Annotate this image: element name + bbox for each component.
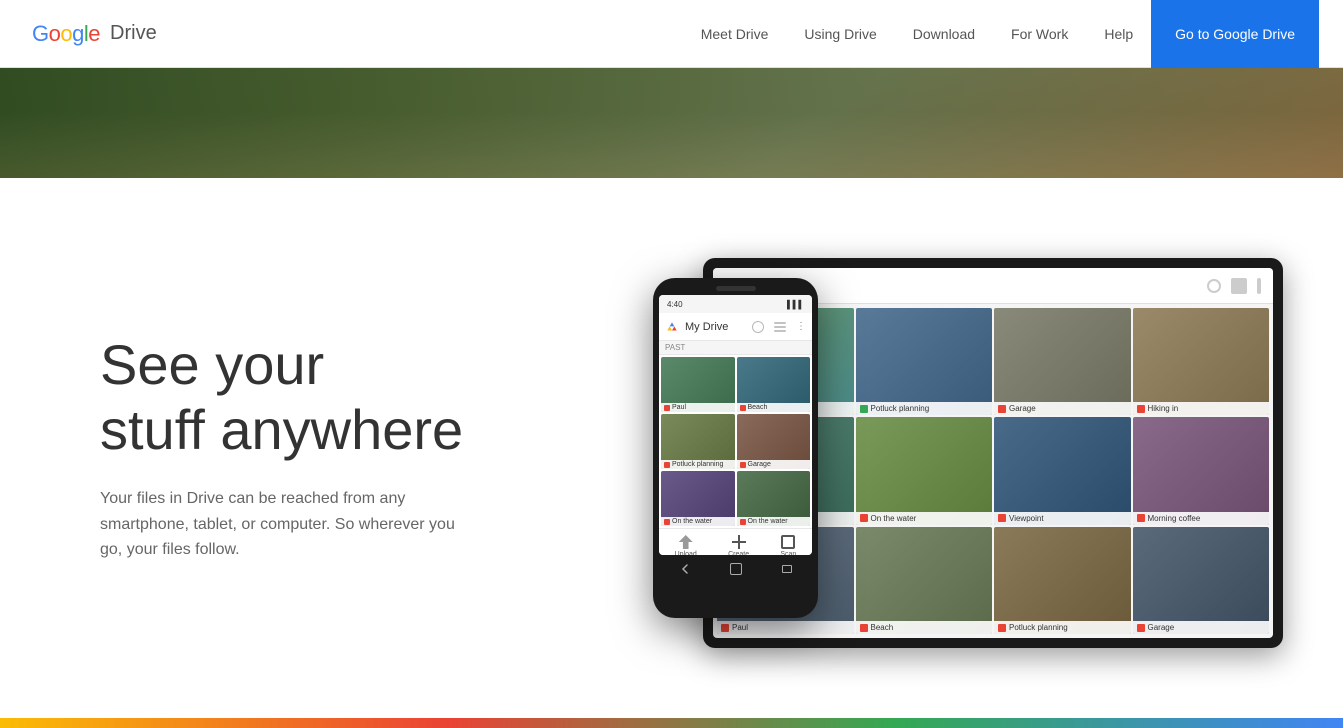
cell-doc-icon [860, 514, 868, 522]
table-row: Hiking in [1133, 308, 1270, 415]
hero-background-strip [0, 68, 1343, 178]
phone-toolbar: My Drive ⋮ [659, 313, 812, 341]
phone-back-button[interactable] [677, 561, 693, 577]
table-row: On the water [856, 417, 993, 524]
cell-doc-icon [860, 405, 868, 413]
nav-help[interactable]: Help [1086, 0, 1151, 68]
phone-search-icon[interactable] [752, 321, 764, 333]
main-content: See your stuff anywhere Your files in Dr… [0, 178, 1343, 718]
table-row: Garage [1133, 527, 1270, 634]
table-row: Beach [856, 527, 993, 634]
back-icon [679, 563, 691, 575]
google-logo: Google [32, 21, 100, 47]
phone-create-action[interactable]: Create [728, 535, 749, 555]
phone-title: My Drive [685, 321, 728, 333]
cell-doc-icon [664, 462, 670, 468]
phone-upload-label: Upload [675, 551, 697, 555]
table-row: Morning coffee [1133, 417, 1270, 524]
nav-download[interactable]: Download [895, 0, 993, 68]
list-item: Paul [661, 357, 735, 412]
table-row: Potluck planning [994, 527, 1131, 634]
hero-text-section: See your stuff anywhere Your files in Dr… [100, 333, 463, 563]
cell-doc-icon [664, 519, 670, 525]
cell-doc-icon [998, 624, 1006, 632]
list-item: Beach [737, 357, 811, 412]
hero-headline: See your stuff anywhere [100, 333, 463, 462]
device-mockup-section: My Drive Beach Potluck planning Garage [623, 238, 1283, 658]
cell-doc-icon [998, 514, 1006, 522]
phone-status-bar: 4:40 ▌▌▌ [659, 295, 812, 313]
cell-doc-icon [721, 624, 729, 632]
upload-icon [679, 535, 693, 549]
nav-meet-drive[interactable]: Meet Drive [683, 0, 787, 68]
nav-using-drive[interactable]: Using Drive [786, 0, 894, 68]
phone-scan-label: Scan [780, 551, 796, 555]
cell-doc-icon [740, 519, 746, 525]
cell-doc-icon [740, 462, 746, 468]
tablet-search-icon[interactable] [1207, 279, 1221, 293]
cell-doc-icon [860, 624, 868, 632]
home-icon [730, 563, 742, 575]
list-item: On the water [737, 471, 811, 526]
go-to-drive-button[interactable]: Go to Google Drive [1151, 0, 1319, 68]
cell-doc-icon [1137, 624, 1145, 632]
phone-nav-buttons [659, 555, 812, 583]
phone-create-label: Create [728, 551, 749, 555]
phone-bottom-bar: Upload Create Scan [659, 528, 812, 555]
list-item: Garage [737, 414, 811, 469]
phone-more-icon[interactable]: ⋮ [796, 321, 806, 332]
drive-logo-text: Drive [110, 22, 157, 45]
cell-doc-icon [1137, 405, 1145, 413]
tablet-list-icon[interactable] [1231, 278, 1247, 294]
phone-mockup: 4:40 ▌▌▌ My Drive [653, 278, 818, 618]
phone-upload-action[interactable]: Upload [675, 535, 697, 555]
tablet-more-icon[interactable] [1257, 278, 1261, 294]
table-row: Potluck planning [856, 308, 993, 415]
list-item: On the water [661, 471, 735, 526]
navbar: Google Drive Meet Drive Using Drive Down… [0, 0, 1343, 68]
cell-doc-icon [664, 405, 670, 411]
phone-speaker [716, 286, 756, 291]
table-row: Garage [994, 308, 1131, 415]
nav-links: Meet Drive Using Drive Download For Work… [683, 0, 1319, 68]
phone-home-button[interactable] [728, 561, 744, 577]
list-item: Potluck planning [661, 414, 735, 469]
phone-scan-action[interactable]: Scan [780, 535, 796, 555]
nav-for-work[interactable]: For Work [993, 0, 1086, 68]
scan-icon [781, 535, 795, 549]
phone-recents-button[interactable] [779, 561, 795, 577]
cell-doc-icon [998, 405, 1006, 413]
logo-link[interactable]: Google Drive [32, 21, 157, 47]
hero-subtext: Your files in Drive can be reached from … [100, 486, 460, 563]
phone-list-icon[interactable] [774, 322, 786, 332]
cell-doc-icon [740, 405, 746, 411]
bottom-color-strip [0, 718, 1343, 728]
phone-grid: Paul Beach Potluck planning Garage On th… [659, 355, 812, 528]
phone-time: 4:40 [667, 300, 683, 309]
create-icon [732, 535, 746, 549]
phone-signal: ▌▌▌ [787, 300, 804, 309]
table-row: Viewpoint [994, 417, 1131, 524]
cell-doc-icon [1137, 514, 1145, 522]
phone-section-label: PAST [659, 341, 812, 355]
recents-icon [782, 565, 792, 573]
phone-drive-icon [665, 320, 679, 334]
phone-screen: 4:40 ▌▌▌ My Drive [659, 295, 812, 555]
